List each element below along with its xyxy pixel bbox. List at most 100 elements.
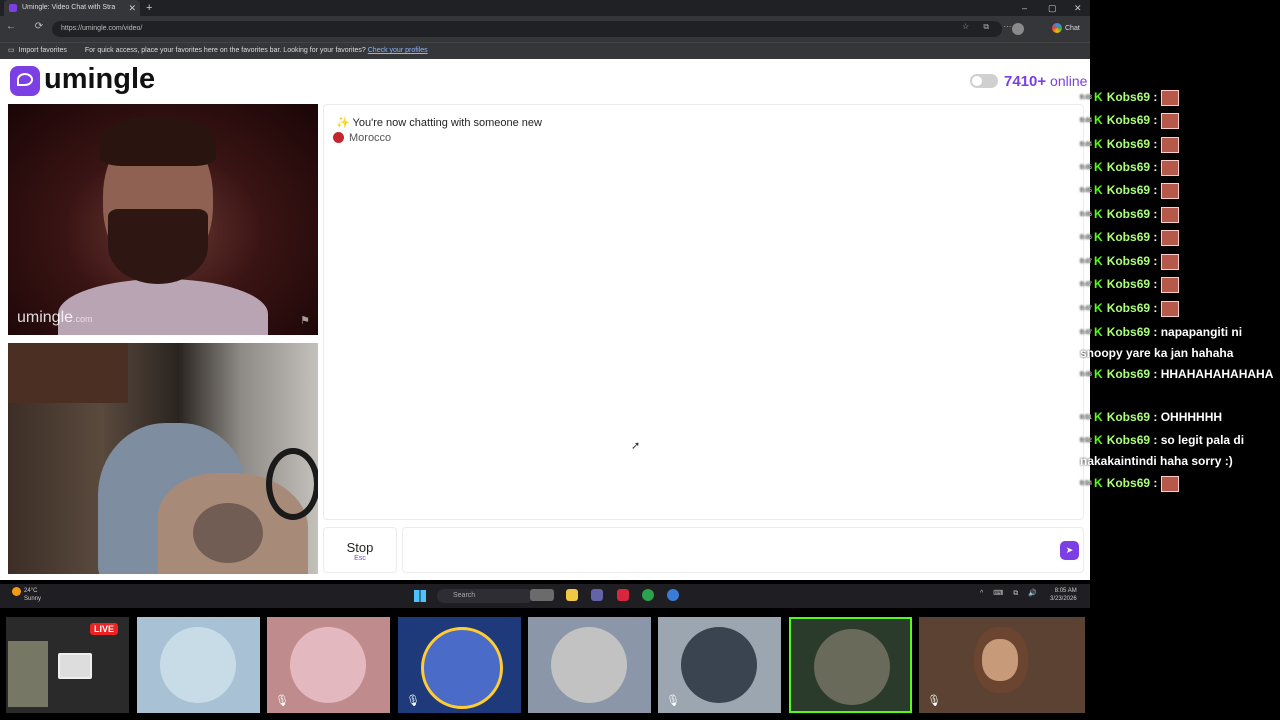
copilot-chat-button[interactable]: Chat: [1052, 21, 1080, 37]
live-badge: LIVE: [90, 623, 119, 635]
stop-label: Stop: [346, 540, 374, 555]
umingle-logo-text[interactable]: umingle: [44, 63, 155, 96]
close-tab-icon[interactable]: ✕: [128, 0, 136, 16]
participant-tile-camera[interactable]: 🎙: [919, 617, 1085, 713]
chat-username[interactable]: Kobs69: [1107, 410, 1150, 424]
edge-icon[interactable]: [667, 589, 679, 601]
stop-button[interactable]: Stop Esc: [323, 527, 397, 573]
theme-toggle[interactable]: [970, 74, 998, 88]
profile-avatar-icon[interactable]: [1012, 23, 1024, 35]
file-explorer-icon[interactable]: [566, 589, 578, 601]
timestamp: 9:44: [1080, 141, 1093, 148]
kick-badge-icon: K: [1094, 160, 1103, 174]
weather-text: Sunny: [24, 596, 42, 602]
kick-badge-icon: K: [1094, 207, 1103, 221]
chat-username[interactable]: Kobs69: [1107, 367, 1150, 381]
chat-username[interactable]: Kobs69: [1107, 254, 1150, 268]
chat-username[interactable]: Kobs69: [1107, 301, 1150, 315]
chat-text: :: [1153, 183, 1158, 197]
stream-chat-message: 9:47 K Kobs69 :: [1080, 298, 1276, 319]
chat-username[interactable]: Kobs69: [1107, 207, 1150, 221]
chat-username[interactable]: Kobs69: [1107, 325, 1150, 339]
watermark-text: umingle: [17, 309, 74, 326]
stream-chat-message: 9:45 K Kobs69 :: [1080, 180, 1276, 201]
chrome-icon[interactable]: [642, 589, 654, 601]
taskbar-clock[interactable]: 8:05 AM 3/23/2026: [1050, 587, 1077, 603]
kick-badge-icon: K: [1094, 113, 1103, 127]
chat-username[interactable]: Kobs69: [1107, 183, 1150, 197]
timestamp: 9:45: [1080, 187, 1093, 194]
muted-mic-icon: 🎙: [275, 695, 289, 707]
chat-text: : HHAHAHAHAHAHA: [1153, 367, 1274, 381]
country-name: Morocco: [349, 132, 392, 144]
app-icon[interactable]: [617, 589, 629, 601]
participant-tile[interactable]: 🎙: [658, 617, 781, 713]
kick-badge-icon: K: [1094, 476, 1103, 490]
avatar: [681, 627, 757, 703]
chat-username[interactable]: Kobs69: [1107, 160, 1150, 174]
chat-text: : OHHHHHH: [1153, 410, 1223, 424]
stream-chat-message: 9:45 K Kobs69 :: [1080, 157, 1276, 178]
favorites-bar: ▭ Import favorites For quick access, place…: [0, 42, 1090, 59]
timestamp: 9:52: [1080, 437, 1093, 444]
participant-tile[interactable]: 🎙: [398, 617, 521, 713]
chat-username[interactable]: Kobs69: [1107, 137, 1150, 151]
import-favorites-link[interactable]: Import favorites: [19, 47, 67, 54]
chat-username[interactable]: Kobs69: [1107, 433, 1150, 447]
chat-username[interactable]: Kobs69: [1107, 90, 1150, 104]
timestamp: 9:48: [1080, 371, 1093, 378]
emote-icon: [1161, 136, 1180, 153]
address-bar-icons[interactable]: ☆ ⧉ ⋯: [962, 22, 1017, 32]
new-tab-button[interactable]: +: [146, 0, 152, 16]
check-profiles-link[interactable]: Check your profiles: [368, 47, 428, 54]
report-flag-icon[interactable]: ⚑: [300, 314, 310, 327]
sun-icon: [12, 587, 21, 596]
kick-badge-icon: K: [1094, 301, 1103, 315]
participant-face: [982, 639, 1018, 681]
timestamp: 9:51: [1080, 414, 1093, 421]
chat-text: : napapangiti ni snoopy yare ka jan haha…: [1080, 325, 1243, 360]
windows-start-icon[interactable]: [414, 590, 426, 602]
participant-tile-speaking[interactable]: [789, 617, 912, 713]
chat-text: :: [1153, 301, 1158, 315]
chat-username[interactable]: Kobs69: [1107, 476, 1150, 490]
timestamp: 9:44: [1080, 117, 1093, 124]
chat-username[interactable]: Kobs69: [1107, 277, 1150, 291]
navigation-icons[interactable]: ← ⟳: [6, 21, 51, 32]
self-video: [8, 343, 318, 574]
maximize-button[interactable]: ▢: [1048, 0, 1057, 16]
stream-chat-message: 9:43 K Kobs69 :: [1080, 87, 1276, 108]
chat-username[interactable]: Kobs69: [1107, 230, 1150, 244]
stream-chat-message: 9:51 K Kobs69 : OHHHHHH: [1080, 407, 1276, 428]
timestamp: 9:47: [1080, 329, 1093, 336]
chat-username[interactable]: Kobs69: [1107, 113, 1150, 127]
browser-tab[interactable]: Umingle: Video Chat with Stra ✕: [4, 0, 140, 16]
weather-widget[interactable]: 24°C Sunny: [12, 587, 41, 603]
minimize-button[interactable]: –: [1022, 0, 1027, 16]
message-input[interactable]: [402, 527, 1084, 573]
country-indicator: Morocco: [333, 132, 391, 144]
widgets-icon[interactable]: [530, 589, 554, 601]
system-tray-icons[interactable]: ^ ⌨ ⧉ 🔊: [980, 589, 1041, 598]
stream-chat-message: 9:48 K Kobs69 : HHAHAHAHAHAHA: [1080, 364, 1276, 385]
umingle-favicon-icon: [9, 4, 17, 12]
morocco-flag-icon: [333, 132, 344, 143]
kick-badge-icon: K: [1094, 277, 1103, 291]
avatar: [290, 627, 366, 703]
kick-badge-icon: K: [1094, 325, 1103, 339]
close-window-button[interactable]: ✕: [1074, 0, 1082, 16]
stream-chat-message: 9:46 K Kobs69 :: [1080, 227, 1276, 248]
avatar: [421, 627, 503, 709]
participant-tile[interactable]: [528, 617, 651, 713]
timestamp: 9:47: [1080, 281, 1093, 288]
screen-preview: [8, 641, 48, 707]
send-icon[interactable]: ➤: [1060, 541, 1079, 560]
participant-tile[interactable]: 🎙: [267, 617, 390, 713]
participant-tile[interactable]: [137, 617, 260, 713]
teams-icon[interactable]: [591, 589, 603, 601]
address-bar[interactable]: https://umingle.com/video/: [52, 21, 1002, 37]
stranger-hair: [100, 116, 216, 166]
taskbar-search[interactable]: Search: [437, 589, 533, 603]
avatar: [160, 627, 236, 703]
umingle-logo-icon[interactable]: [10, 66, 40, 96]
